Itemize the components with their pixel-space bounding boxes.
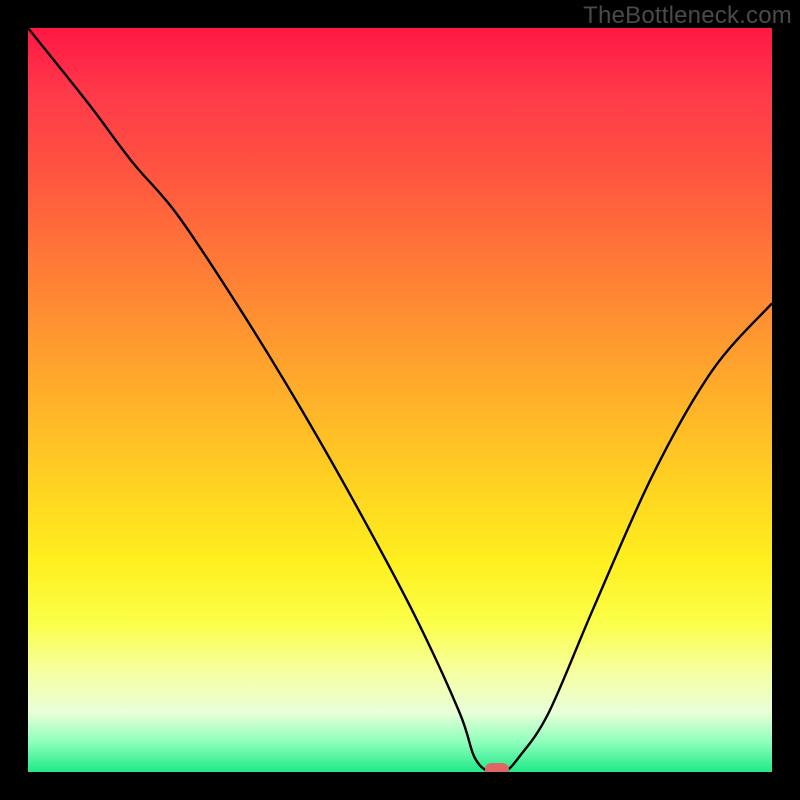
optimal-marker [485, 763, 509, 772]
plot-area [28, 28, 772, 772]
bottleneck-curve [28, 28, 772, 772]
chart-frame: TheBottleneck.com [0, 0, 800, 800]
watermark-text: TheBottleneck.com [583, 2, 792, 30]
